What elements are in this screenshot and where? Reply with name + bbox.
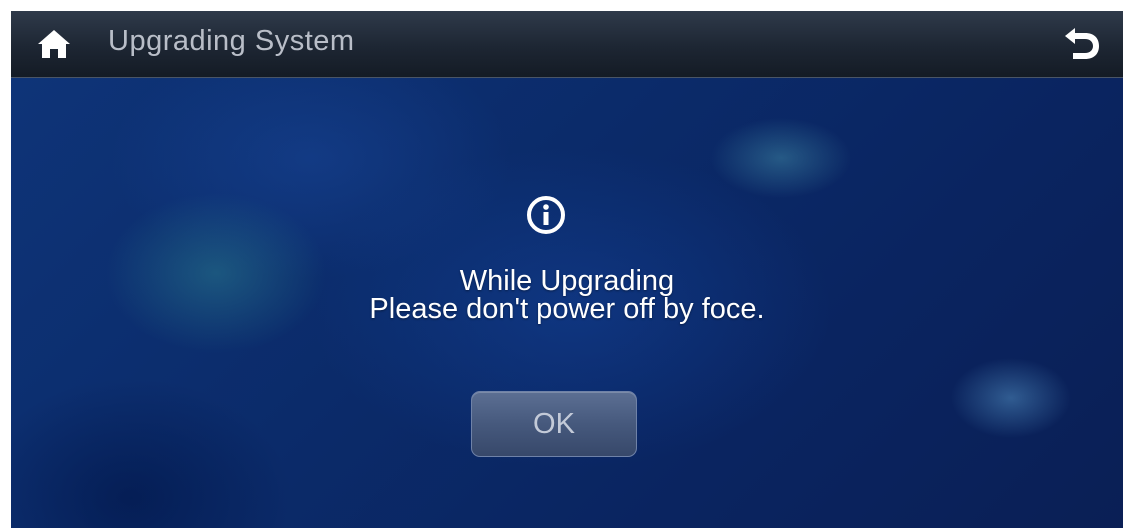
title-bar: Upgrading System [11, 11, 1123, 78]
home-button[interactable] [37, 29, 71, 59]
message-line-2: Please don't power off by foce. [369, 293, 765, 325]
home-icon [38, 30, 70, 58]
message-line-1: While Upgrading [459, 265, 675, 297]
device-screen: Upgrading System While Upgrading Please … [11, 11, 1123, 528]
back-arrow-icon [1065, 28, 1099, 59]
info-icon [527, 196, 565, 234]
page-title: Upgrading System [108, 25, 355, 57]
back-button[interactable] [1061, 26, 1103, 62]
ok-button[interactable]: OK [471, 391, 637, 457]
dialog-area: While Upgrading Please don't power off b… [11, 78, 1123, 528]
